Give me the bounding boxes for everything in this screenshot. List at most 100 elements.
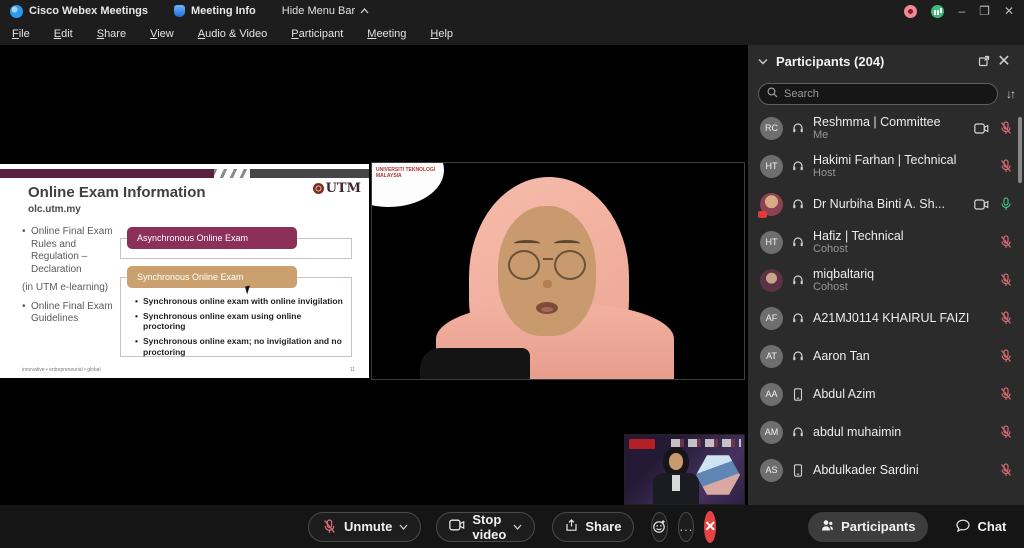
participant-name: Hakimi Farhan | Technical xyxy=(813,152,957,167)
participant-row[interactable]: AT Aaron Tan xyxy=(748,337,1024,375)
participants-panel-title: Participants (204) xyxy=(776,53,885,69)
mic-status-icon[interactable] xyxy=(998,235,1014,249)
participants-toggle-button[interactable]: Participants xyxy=(808,511,929,542)
participant-name: Abdul Azim xyxy=(813,387,876,401)
participant-row[interactable]: Dr Nurbiha Binti A. Sh... xyxy=(748,185,1024,223)
mic-status-icon[interactable] xyxy=(998,349,1014,363)
participant-list: RC Reshmma | Committee Me HT Hakimi Farh… xyxy=(748,109,1024,505)
menu-audio-video[interactable]: Audio & Video xyxy=(186,24,280,44)
speaker-eyebrow xyxy=(514,240,540,247)
participant-row[interactable]: AF A21MJ0114 KHAIRUL FAIZI xyxy=(748,299,1024,337)
selfview-hexagon-collage xyxy=(696,455,740,495)
participant-row[interactable]: RC Reshmma | Committee Me xyxy=(748,109,1024,147)
popout-panel-icon[interactable] xyxy=(974,51,994,71)
maximize-button[interactable]: ❐ xyxy=(979,5,990,17)
participant-role: Cohost xyxy=(813,280,848,293)
connection-stats-icon[interactable] xyxy=(931,4,945,18)
mic-status-icon[interactable] xyxy=(998,425,1014,439)
menu-view[interactable]: View xyxy=(138,24,186,44)
recording-indicator-icon[interactable] xyxy=(904,4,918,18)
close-window-button[interactable]: ✕ xyxy=(1004,5,1014,17)
headset-icon xyxy=(791,236,805,248)
slide-header-band xyxy=(0,169,214,178)
unmute-button[interactable]: Unmute xyxy=(308,511,422,542)
speaker-glasses-right xyxy=(554,250,586,280)
reactions-button[interactable] xyxy=(651,511,669,542)
utm-logo-text: UTM xyxy=(325,181,361,196)
menu-meeting[interactable]: Meeting xyxy=(355,24,418,44)
control-bar: Unmute Stop video Share ... ✕ Participan… xyxy=(0,505,1024,548)
sort-icon[interactable]: ↓↑ xyxy=(1006,87,1016,101)
mic-status-icon[interactable] xyxy=(998,121,1014,135)
sync-exam-label: Synchronous Online Exam xyxy=(127,266,297,288)
participant-row[interactable]: miqbaltariq Cohost xyxy=(748,261,1024,299)
participant-name: abdul muhaimin xyxy=(813,425,902,439)
participant-row[interactable]: AA Abdul Azim xyxy=(748,375,1024,413)
chevron-down-icon[interactable] xyxy=(513,524,522,530)
slide-bullet: Online Final Exam Rules and Regulation –… xyxy=(22,226,126,276)
mic-status-icon[interactable] xyxy=(998,463,1014,477)
meeting-info-icon xyxy=(174,5,185,17)
share-button[interactable]: Share xyxy=(552,511,635,542)
speaker-face xyxy=(498,206,596,336)
participant-name: miqbaltariq xyxy=(813,266,875,281)
menu-share[interactable]: Share xyxy=(85,24,138,44)
avatar-initials: AS xyxy=(765,465,778,475)
chat-toggle-button[interactable]: Chat xyxy=(944,512,1018,542)
selfview-banner xyxy=(629,439,655,449)
shared-slide: UTM Online Exam Information olc.utm.my O… xyxy=(0,164,369,378)
webex-logo-icon xyxy=(10,4,23,18)
speaker-nose xyxy=(543,280,552,288)
avatar: RC xyxy=(760,116,783,140)
panel-scrollbar[interactable] xyxy=(1018,117,1022,183)
participant-row[interactable]: HT Hafiz | Technical Cohost xyxy=(748,223,1024,261)
participant-name: Aaron Tan xyxy=(813,349,870,363)
participant-role: Host xyxy=(813,166,836,179)
headset-icon xyxy=(791,426,805,438)
muted-mic-icon xyxy=(321,519,337,534)
menu-help[interactable]: Help xyxy=(418,24,465,44)
search-placeholder: Search xyxy=(784,88,819,100)
speaker-glasses-left xyxy=(508,250,540,280)
meeting-info-button[interactable]: Meeting Info xyxy=(191,5,256,17)
chevron-down-icon[interactable] xyxy=(399,524,408,530)
hide-menu-bar-button[interactable]: Hide Menu Bar xyxy=(282,5,369,17)
phone-icon xyxy=(791,387,805,401)
utm-logo: UTM xyxy=(312,181,361,196)
minimize-button[interactable]: – xyxy=(958,5,965,17)
mic-status-icon[interactable] xyxy=(998,273,1014,287)
stop-video-button[interactable]: Stop video xyxy=(436,511,536,542)
mic-status-icon[interactable] xyxy=(998,159,1014,173)
participant-row[interactable]: HT Hakimi Farhan | Technical Host xyxy=(748,147,1024,185)
avatar: AT xyxy=(760,344,783,368)
participants-panel: Participants (204) ✕ Search ↓↑ RC Reshmm… xyxy=(748,45,1024,505)
avatar: AF xyxy=(760,306,783,330)
avatar-initials: AM xyxy=(764,427,779,437)
close-panel-icon[interactable]: ✕ xyxy=(994,51,1014,71)
participant-row[interactable]: AM abdul muhaimin xyxy=(748,413,1024,451)
menu-edit[interactable]: Edit xyxy=(42,24,85,44)
participants-panel-header: Participants (204) ✕ xyxy=(748,45,1024,77)
headset-icon xyxy=(791,274,805,286)
avatar-initials: HT xyxy=(765,237,778,247)
participant-role: Me xyxy=(813,128,829,141)
mic-status-icon[interactable] xyxy=(998,387,1014,401)
avatar xyxy=(760,268,783,292)
search-input[interactable]: Search xyxy=(758,83,998,105)
avatar: HT xyxy=(760,154,783,178)
search-row: Search ↓↑ xyxy=(748,77,1024,109)
meeting-stage: UTM Online Exam Information olc.utm.my O… xyxy=(0,45,748,505)
end-meeting-button[interactable]: ✕ xyxy=(704,510,717,543)
menu-file[interactable]: File xyxy=(0,24,42,44)
chevron-down-icon[interactable] xyxy=(758,58,768,65)
avatar-initials: RC xyxy=(765,123,778,133)
participant-name: Hafiz | Technical xyxy=(813,228,904,243)
headset-icon xyxy=(791,160,805,172)
mic-status-icon[interactable] xyxy=(998,311,1014,325)
participant-row[interactable]: AS Abdulkader Sardini xyxy=(748,451,1024,489)
participant-name: A21MJ0114 KHAIRUL FAIZI xyxy=(813,311,970,325)
mic-status-icon[interactable] xyxy=(998,197,1014,211)
self-view-thumbnail[interactable] xyxy=(624,434,745,505)
menu-participant[interactable]: Participant xyxy=(279,24,355,44)
more-options-button[interactable]: ... xyxy=(678,511,695,542)
